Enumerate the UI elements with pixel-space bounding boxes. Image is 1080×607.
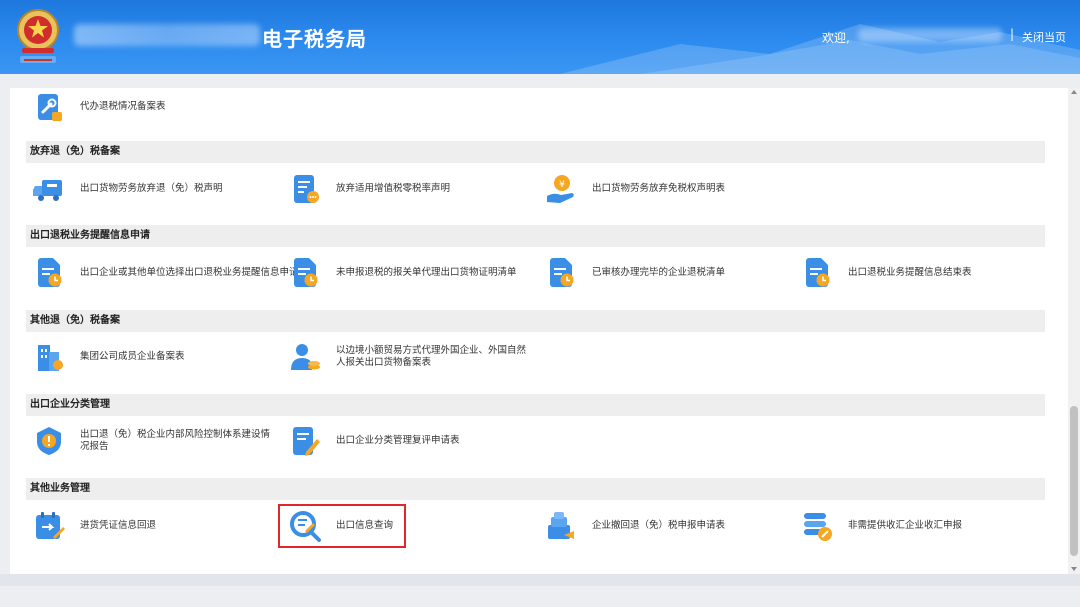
app-header: 电子税务局 欢迎, | 关闭当页 [0,0,1080,74]
mountain-decoration [560,24,1080,74]
list-item[interactable]: 出口退（免）税企业内部风险控制体系建设情况报告 [32,424,276,458]
national-emblem-logo [17,9,59,63]
calendar-return-icon [36,512,65,539]
list-item[interactable]: 出口货物劳务放弃退（免）税声明 [32,172,223,206]
scroll-down-arrow-icon[interactable] [1071,567,1077,571]
item-label: 企业撤回退（免）税申报申请表 [592,520,726,531]
list-item[interactable]: 出口企业分类管理复评申请表 [288,424,460,458]
scrollbar-thumb[interactable] [1070,406,1078,556]
coins-stack-icon [804,513,832,541]
wrench-doc-icon [38,94,62,121]
list-item[interactable]: 集团公司成员企业备案表 [32,340,185,374]
person-coins-icon [291,344,320,370]
list-item[interactable]: 出口企业或其他单位选择出口退税业务提醒信息申请表 [32,256,308,290]
hand-coin-icon: ¥ [547,175,574,203]
list-item[interactable]: 非需提供收汇企业收汇申报 [800,509,962,543]
item-label: 代办退税情况备案表 [80,101,166,112]
clock-doc-icon [294,258,318,287]
bottom-bar [0,574,1080,586]
scroll-up-arrow-icon[interactable] [1071,90,1077,94]
item-label: 出口退税业务提醒信息结束表 [848,267,972,278]
item-label: 放弃适用增值税零税率声明 [336,183,451,194]
item-label: 出口货物劳务放弃退（免）税声明 [80,183,223,194]
item-label: 集团公司成员企业备案表 [80,351,185,362]
svg-text:¥: ¥ [559,180,565,190]
clock-doc-icon [806,258,830,287]
list-item[interactable]: 未申报退税的报关单代理出口货物证明清单 [288,256,517,290]
list-item[interactable]: 企业撤回退（免）税申报申请表 [544,509,725,543]
section-header-classification: 出口企业分类管理 [26,394,1045,416]
section-header-other-filing: 其他退（免）税备案 [26,310,1045,332]
list-item[interactable]: ¥ 出口货物劳务放弃免税权声明表 [544,172,725,206]
stack-doc-icon [548,512,574,539]
list-item[interactable]: 以边境小额贸易方式代理外国企业、外国自然人报关出口货物备案表 [288,340,526,374]
item-label: 以边境小额贸易方式代理外国企业、外国自然人报关出口货物备案表 [336,345,527,368]
section-header-reminder: 出口退税业务提醒信息申请 [26,225,1045,247]
item-label: 非需提供收汇企业收汇申报 [848,520,963,531]
document-dots-icon [294,175,319,203]
brand-region-blurred [74,24,260,46]
main-panel: 代办退税情况备案表 放弃退（免）税备案 出口货物劳务放弃退（免）税声明 放弃适用… [10,88,1068,574]
list-item[interactable]: 代办退税情况备案表 [32,90,166,124]
item-label: 出口企业或其他单位选择出口退税业务提醒信息申请表 [80,267,309,278]
item-label: 出口货物劳务放弃免税权声明表 [592,183,726,194]
username-blurred [858,28,1002,42]
clock-doc-icon [550,258,574,287]
item-label: 出口退（免）税企业内部风险控制体系建设情况报告 [80,429,271,452]
shield-icon [37,427,61,455]
list-item[interactable]: 进货凭证信息回退 [32,509,156,543]
item-label: 已审核办理完毕的企业退税清单 [592,267,726,278]
clock-doc-icon [38,258,62,287]
list-item[interactable]: 出口退税业务提醒信息结束表 [800,256,972,290]
item-label: 进货凭证信息回退 [80,520,157,531]
doc-pen-icon [293,427,320,456]
section-header-abandon: 放弃退（免）税备案 [26,141,1045,163]
close-page-link[interactable]: 关闭当页 [1022,29,1066,45]
list-item[interactable]: 已审核办理完毕的企业退税清单 [544,256,725,290]
selection-highlight-box [278,504,406,548]
item-label: 出口企业分类管理复评申请表 [336,435,460,446]
page-title: 电子税务局 [262,27,367,51]
header-separator: | [1010,27,1015,41]
item-label: 未申报退税的报关单代理出口货物证明清单 [336,267,517,278]
welcome-text: 欢迎, [822,31,850,45]
section-header-other-business: 其他业务管理 [26,478,1045,500]
building-icon [38,345,63,371]
vertical-scrollbar[interactable] [1068,88,1080,574]
list-item[interactable]: 放弃适用增值税零税率声明 [288,172,450,206]
truck-icon [33,180,62,201]
